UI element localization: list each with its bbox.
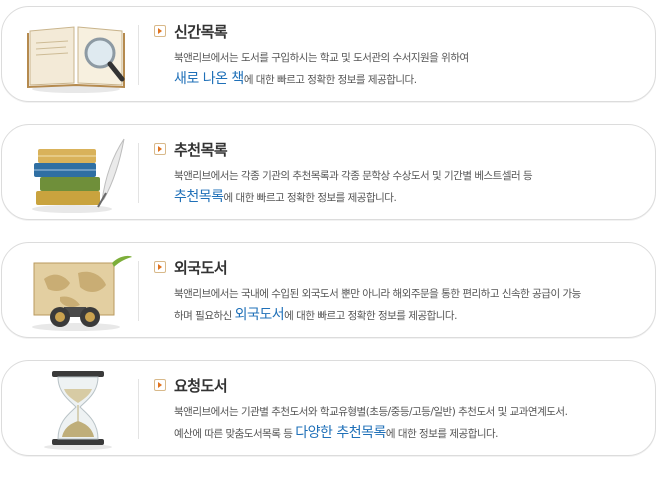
section-title[interactable]: 추천목록 [174, 139, 228, 160]
section-description-line2: 하며 필요하신 외국도서에 대한 빠르고 정확한 정보를 제공합니다. [174, 307, 457, 323]
open-book-magnifier-icon [27, 26, 125, 93]
card-foreign-books[interactable]: 외국도서 북앤리브에서는 국내에 수입된 외국도서 뿐만 아니라 해외주문을 통… [1, 242, 656, 338]
divider [138, 25, 139, 85]
card-requested-books[interactable]: 요청도서 북앤리브에서는 기관별 추천도서와 학교유형별(초등/중등/고등/일반… [1, 360, 656, 456]
section-description: 북앤리브에서는 기관별 추천도서와 학교유형별(초등/중등/고등/일반) 추천도… [174, 406, 568, 418]
section-title[interactable]: 신간목록 [174, 21, 228, 42]
highlight-text: 새로 나온 책 [174, 71, 244, 87]
chevron-right-icon [154, 379, 166, 391]
highlight-text: 외국도서 [234, 307, 285, 323]
section-description: 북앤리브에서는 국내에 수입된 외국도서 뿐만 아니라 해외주문을 통한 편리하… [174, 288, 581, 300]
map-binoculars-icon [32, 255, 132, 331]
section-title[interactable]: 외국도서 [174, 257, 228, 278]
section-description-line2: 예산에 따른 맞춤도서목록 등 다양한 추천목록에 대한 정보를 제공합니다. [174, 425, 499, 441]
divider [138, 143, 139, 203]
chevron-right-icon [154, 25, 166, 37]
highlight-text: 다양한 추천목록 [295, 425, 386, 441]
chevron-right-icon [154, 261, 166, 273]
highlight-text: 추천목록 [174, 189, 224, 205]
card-new-books[interactable]: 신간목록 북앤리브에서는 도서를 구입하시는 학교 및 도서관의 수서지원을 위… [1, 6, 656, 102]
divider [138, 261, 139, 321]
hourglass-icon [44, 371, 112, 450]
card-recommended[interactable]: 추천목록 북앤리브에서는 각종 기관의 추천목록과 각종 문학상 수상도서 및 … [1, 124, 656, 220]
section-description: 북앤리브에서는 도서를 구입하시는 학교 및 도서관의 수서지원을 위하여 [174, 52, 469, 64]
section-description-line2: 새로 나온 책에 대한 빠르고 정확한 정보를 제공합니다. [174, 71, 417, 87]
section-description-line2: 추천목록에 대한 빠르고 정확한 정보를 제공합니다. [174, 189, 397, 205]
section-title[interactable]: 요청도서 [174, 375, 228, 396]
chevron-right-icon [154, 143, 166, 155]
book-stack-quill-icon [32, 138, 125, 213]
section-description: 북앤리브에서는 각종 기관의 추천목록과 각종 문학상 수상도서 및 기간별 베… [174, 170, 533, 182]
divider [138, 379, 139, 439]
